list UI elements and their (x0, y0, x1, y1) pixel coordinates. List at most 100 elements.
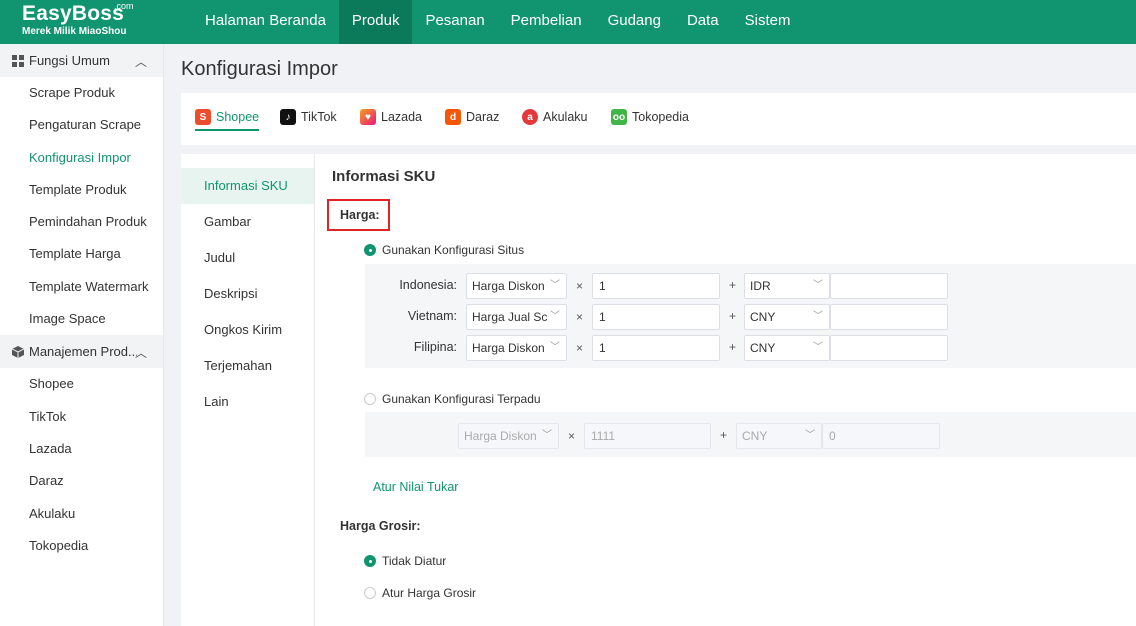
chevron-up-icon[interactable]: ︿ (135, 53, 147, 70)
logo-subtitle: Merek Milik MiaoShou (22, 26, 127, 37)
chevron-down-icon: ﹀ (813, 342, 823, 353)
sidebar-item-price-template[interactable]: Template Harga (0, 238, 163, 270)
nav-item-warehouse[interactable]: Gudang (595, 0, 674, 44)
vtab-title[interactable]: Judul (181, 240, 314, 276)
sidebar-item-scrape-product[interactable]: Scrape Produk (0, 77, 163, 109)
sidebar-item-lazada[interactable]: Lazada (0, 433, 163, 465)
akulaku-icon: a (522, 109, 538, 125)
radio-dot (364, 393, 376, 405)
vtab-other[interactable]: Lain (181, 384, 314, 420)
tab-label: Daraz (466, 110, 500, 124)
currency-select[interactable]: CNY ﹀ (744, 335, 830, 361)
logo-text: EasyBoss (22, 2, 124, 25)
logo[interactable]: EasyBoss .com Merek Milik MiaoShou (22, 1, 134, 38)
select-value: Harga Diskon (464, 429, 537, 443)
logo-suffix: .com (114, 1, 134, 11)
sidebar-item-daraz[interactable]: Daraz (0, 465, 163, 497)
sidebar-item-tokopedia[interactable]: Tokopedia (0, 530, 163, 562)
lazada-icon: ♥ (360, 109, 376, 125)
sidebar-group-product-management[interactable]: Manajemen Prod... ︿ (0, 335, 163, 369)
chevron-down-icon: ﹀ (805, 430, 815, 441)
radio-label: Atur Harga Grosir (382, 586, 477, 600)
nav-item-products[interactable]: Produk (338, 0, 413, 44)
sidebar-item-import-config[interactable]: Konfigurasi Impor (0, 142, 163, 174)
multiplier-input[interactable]: 1 (592, 304, 720, 330)
sidebar-item-product-template[interactable]: Template Produk (0, 174, 163, 206)
sidebar-item-product-move[interactable]: Pemindahan Produk (0, 206, 163, 238)
vtab-shipping[interactable]: Ongkos Kirim (181, 312, 314, 348)
sidebar-group-common[interactable]: Fungsi Umum ︿ (0, 44, 163, 77)
radio-dot (364, 244, 376, 256)
unified-extra-input[interactable]: 0 (822, 423, 940, 449)
chevron-up-icon[interactable]: ︿ (135, 344, 147, 361)
unified-currency-select[interactable]: CNY ﹀ (736, 423, 822, 449)
tab-lazada[interactable]: ♥ Lazada (360, 109, 422, 125)
select-value: IDR (750, 279, 771, 293)
extra-input[interactable] (830, 304, 948, 330)
price-type-select[interactable]: Harga Jual Sc ﹀ (466, 304, 567, 330)
tab-tokopedia[interactable]: oo Tokopedia (611, 109, 689, 125)
times-sign: × (576, 279, 584, 293)
tab-label: Tokopedia (632, 110, 689, 124)
vtab-sku-info[interactable]: Informasi SKU (181, 168, 314, 204)
price-type-select[interactable]: Harga Diskon ﹀ (466, 335, 567, 361)
nav-item-purchases[interactable]: Pembelian (498, 0, 595, 44)
wholesale-price-label: Harga Grosir: (340, 519, 421, 533)
plus-sign: + (720, 428, 728, 442)
top-navbar: EasyBoss .com Merek Milik MiaoShou Halam… (0, 0, 1136, 44)
radio-not-set[interactable]: Tidak Diatur (364, 554, 446, 568)
currency-select[interactable]: IDR ﹀ (744, 273, 830, 299)
currency-select[interactable]: CNY ﹀ (744, 304, 830, 330)
row-label-indonesia: Indonesia: (399, 278, 457, 292)
sidebar-item-scrape-settings[interactable]: Pengaturan Scrape (0, 109, 163, 141)
price-label: Harga: (340, 208, 380, 222)
radio-site-config[interactable]: Gunakan Konfigurasi Situs (364, 243, 524, 257)
box-icon (12, 345, 24, 358)
chevron-down-icon: ﹀ (542, 430, 552, 441)
vtab-description[interactable]: Deskripsi (181, 276, 314, 312)
times-sign: × (568, 429, 576, 443)
tab-label: TikTok (301, 110, 337, 124)
nav-item-orders[interactable]: Pesanan (412, 0, 497, 44)
sidebar-item-image-space[interactable]: Image Space (0, 303, 163, 335)
tab-daraz[interactable]: d Daraz (445, 109, 499, 125)
tab-label: Akulaku (543, 110, 588, 124)
row-label-philippines: Filipina: (413, 340, 457, 354)
vtab-images[interactable]: Gambar (181, 204, 314, 240)
select-value: Harga Jual Sc (472, 310, 548, 324)
plus-sign: + (729, 340, 737, 354)
sidebar-item-shopee[interactable]: Shopee (0, 368, 163, 400)
unified-price-type-select[interactable]: Harga Diskon ﹀ (458, 423, 559, 449)
multiplier-input[interactable]: 1 (592, 335, 720, 361)
radio-label: Tidak Diatur (382, 554, 447, 568)
daraz-icon: d (445, 109, 461, 125)
grid-icon (12, 54, 24, 67)
sidebar-item-akulaku[interactable]: Akulaku (0, 498, 163, 530)
sidebar-item-watermark-template[interactable]: Template Watermark (0, 271, 163, 303)
sidebar-item-tiktok[interactable]: TikTok (0, 401, 163, 433)
nav-item-home[interactable]: Halaman Beranda (192, 0, 339, 44)
config-card: Informasi SKU Gambar Judul Deskripsi Ong… (181, 154, 1136, 626)
multiplier-input[interactable]: 1 (592, 273, 720, 299)
extra-input[interactable] (830, 273, 948, 299)
nav-item-data[interactable]: Data (674, 0, 732, 44)
sidebar-group-label: Manajemen Prod... (29, 344, 137, 360)
vtab-translation[interactable]: Terjemahan (181, 348, 314, 384)
sidebar: Fungsi Umum ︿ Scrape Produk Pengaturan S… (0, 44, 164, 626)
radio-unified-config[interactable]: Gunakan Konfigurasi Terpadu (364, 392, 541, 406)
tab-shopee[interactable]: S Shopee (195, 109, 260, 131)
radio-set-wholesale[interactable]: Atur Harga Grosir (364, 586, 476, 600)
select-value: Harga Diskon (472, 341, 545, 355)
unified-multiplier-input[interactable]: 1111 (584, 423, 711, 449)
nav-item-system[interactable]: Sistem (732, 0, 804, 44)
extra-input[interactable] (830, 335, 948, 361)
chevron-down-icon: ﹀ (813, 311, 823, 322)
section-title: Informasi SKU (332, 168, 436, 185)
exchange-rate-link[interactable]: Atur Nilai Tukar (373, 480, 458, 494)
select-value: Harga Diskon (472, 279, 545, 293)
price-type-select[interactable]: Harga Diskon ﹀ (466, 273, 567, 299)
tab-tiktok[interactable]: ♪ TikTok (280, 109, 337, 125)
tab-akulaku[interactable]: a Akulaku (522, 109, 587, 125)
shopee-icon: S (195, 109, 211, 125)
sidebar-group-label: Fungsi Umum (29, 53, 110, 68)
